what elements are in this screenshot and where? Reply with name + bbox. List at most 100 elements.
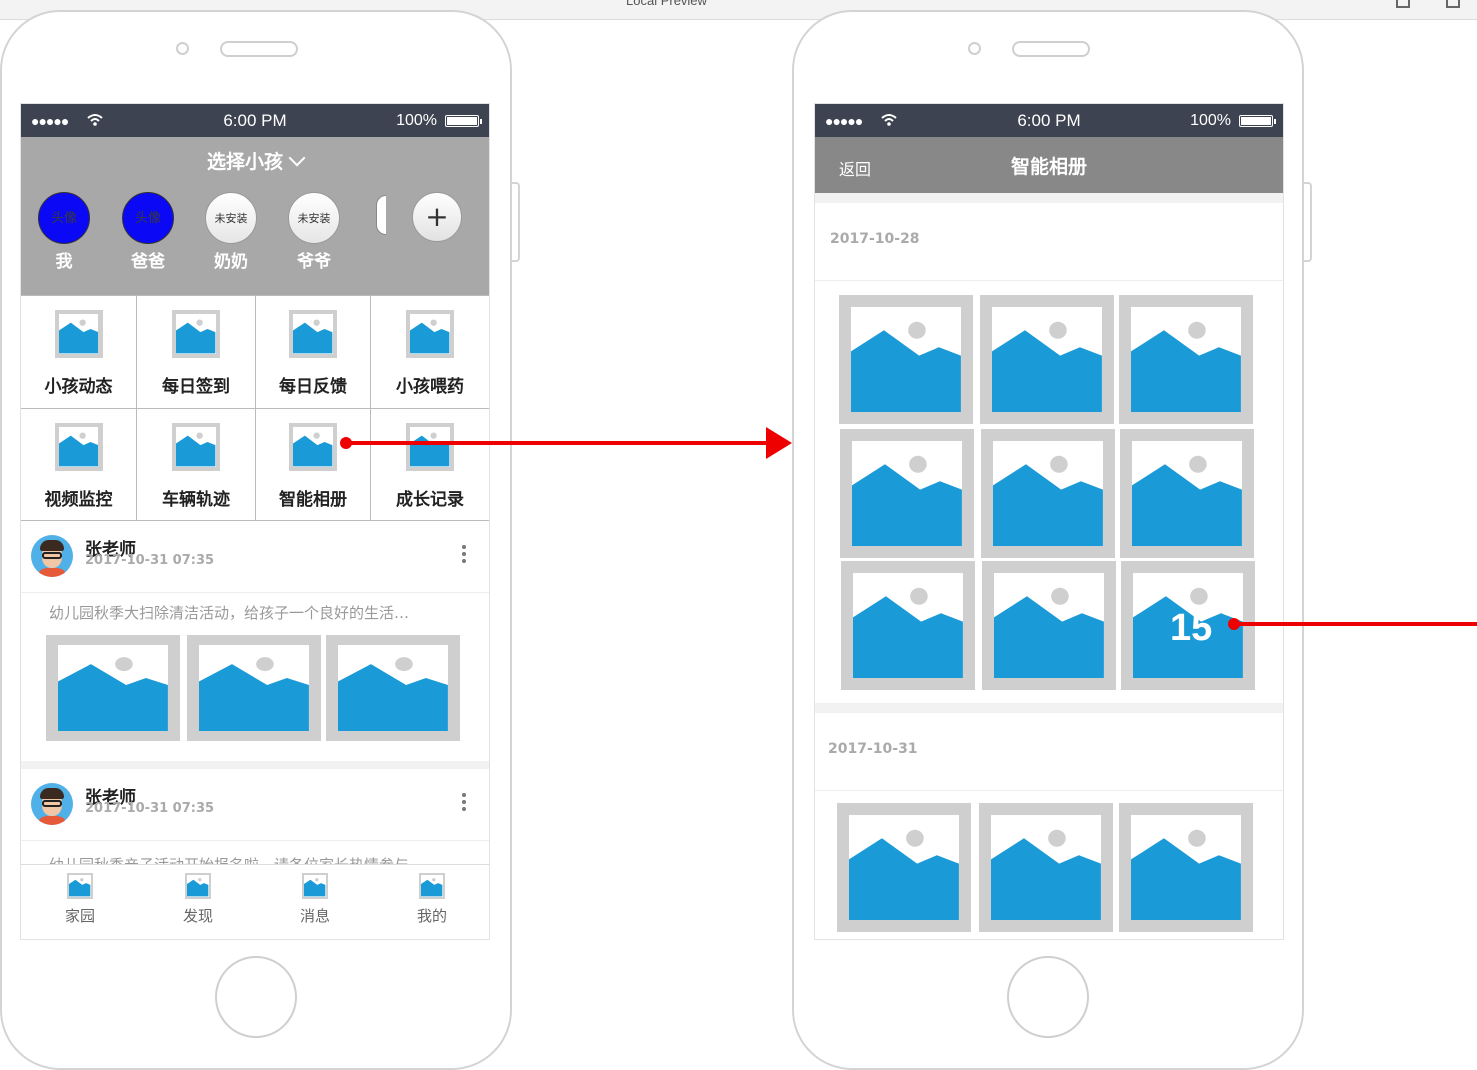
image-placeholder-icon	[406, 423, 454, 471]
feature-medication[interactable]: 小孩喂药	[371, 296, 489, 409]
kid-item-grandma[interactable]: 未安装 奶奶	[204, 192, 258, 272]
image-placeholder-icon[interactable]	[839, 295, 973, 424]
image-placeholder-icon[interactable]	[981, 429, 1115, 558]
nav-bar: 返回 智能相册	[815, 137, 1283, 193]
home-button[interactable]	[215, 956, 297, 1038]
tab-messages[interactable]: 消息	[285, 873, 345, 926]
home-screen: ●●●●● 6:00 PM 100% 选择小孩 头像 我 头像 爸爸 未安装 奶…	[20, 103, 490, 940]
home-button[interactable]	[1007, 956, 1089, 1038]
kid-selector-title[interactable]: 选择小孩	[21, 147, 489, 174]
image-placeholder-icon[interactable]	[840, 429, 974, 558]
kid-item-grandpa[interactable]: 未安装 爷爷	[287, 192, 341, 272]
tab-label: 消息	[299, 907, 330, 925]
camera-icon	[968, 42, 981, 55]
feature-label: 成长记录	[396, 490, 464, 510]
image-placeholder-icon[interactable]	[837, 803, 971, 932]
image-placeholder-icon[interactable]	[46, 635, 180, 741]
image-placeholder-icon[interactable]	[841, 561, 975, 690]
divider	[21, 761, 489, 769]
phone-frame-album: ●●●●● 6:00 PM 100% 返回 智能相册 2017-10-28 15…	[792, 10, 1312, 1070]
image-placeholder-icon[interactable]	[979, 803, 1113, 932]
save-icon[interactable]	[1396, 0, 1410, 8]
feature-vehicle-track[interactable]: 车辆轨迹	[137, 409, 256, 521]
image-placeholder-icon[interactable]	[982, 561, 1116, 690]
image-placeholder-icon	[289, 310, 337, 358]
image-placeholder-icon	[172, 423, 220, 471]
side-button	[1303, 182, 1312, 262]
tab-mine[interactable]: 我的	[402, 873, 462, 926]
kid-item-partial[interactable]	[376, 195, 386, 235]
tab-discover[interactable]: 发现	[168, 873, 228, 926]
feature-growth-record[interactable]: 成长记录	[371, 409, 489, 521]
post-card[interactable]: 张老师 2017-10-31 07:35 幼儿园秋季大扫除清洁活动，给孩子一个良…	[21, 521, 489, 761]
tab-label: 我的	[416, 907, 447, 925]
image-placeholder-icon[interactable]	[1120, 429, 1254, 558]
more-photos-count[interactable]: 15	[1170, 607, 1212, 650]
kid-item-me[interactable]: 头像 我	[37, 192, 91, 272]
kid-selector-label: 选择小孩	[206, 151, 283, 173]
arrow-right-icon	[766, 427, 792, 459]
kid-name: 我	[55, 252, 73, 272]
feature-label: 智能相册	[279, 490, 347, 510]
feature-label: 小孩动态	[44, 377, 113, 397]
kid-name: 爷爷	[297, 252, 331, 272]
more-options-icon[interactable]	[462, 545, 467, 566]
battery-icon	[1239, 115, 1276, 127]
image-placeholder-icon	[67, 873, 93, 899]
album-date: 2017-10-28	[830, 231, 920, 247]
image-placeholder-icon	[54, 423, 103, 471]
more-options-icon[interactable]	[462, 793, 467, 814]
bottom-tab-bar: 家园 发现 消息 我的	[21, 864, 489, 939]
kid-selector-panel: 选择小孩 头像 我 头像 爸爸 未安装 奶奶 未安装 爷爷 +	[21, 137, 489, 295]
camera-icon	[176, 42, 189, 55]
avatar[interactable]	[31, 783, 73, 825]
post-header: 张老师 2017-10-31 07:35	[21, 769, 489, 841]
feature-smart-album[interactable]: 智能相册	[256, 409, 371, 521]
add-kid-button[interactable]: +	[412, 192, 462, 242]
page-title: 智能相册	[1010, 156, 1087, 178]
status-bar: ●●●●● 6:00 PM 100%	[21, 104, 489, 137]
kid-item-dad[interactable]: 头像 爸爸	[121, 192, 175, 272]
image-placeholder-icon[interactable]	[187, 635, 321, 741]
post-time: 2017-10-31 07:35	[85, 801, 215, 816]
post-time: 2017-10-31 07:35	[85, 553, 215, 568]
status-bar: ●●●●● 6:00 PM 100%	[815, 104, 1283, 137]
export-icon[interactable]	[1446, 0, 1460, 8]
speaker-icon	[220, 41, 298, 57]
image-placeholder-icon[interactable]	[1119, 295, 1253, 424]
image-placeholder-icon	[302, 873, 328, 899]
album-date-header: 2017-10-31	[815, 713, 1283, 791]
feature-daily-checkin[interactable]: 每日签到	[137, 296, 256, 409]
phone-frame-home: ●●●●● 6:00 PM 100% 选择小孩 头像 我 头像 爸爸 未安装 奶…	[0, 10, 520, 1070]
tab-home[interactable]: 家园	[50, 873, 110, 926]
tab-label: 家园	[64, 907, 95, 925]
avatar[interactable]	[31, 535, 73, 577]
divider	[815, 703, 1283, 713]
album-screen: ●●●●● 6:00 PM 100% 返回 智能相册 2017-10-28 15…	[814, 103, 1284, 940]
feature-label: 每日签到	[162, 377, 230, 397]
image-placeholder-icon	[419, 873, 445, 899]
feature-daily-feedback[interactable]: 每日反馈	[256, 296, 371, 409]
kid-avatar: 头像	[122, 192, 174, 244]
feature-label: 视频监控	[44, 490, 113, 510]
album-photo-grid	[815, 791, 1283, 939]
feature-video-monitor[interactable]: 视频监控	[21, 409, 137, 521]
post-text: 幼儿园秋季大扫除清洁活动，给孩子一个良好的生活…	[49, 604, 410, 622]
image-placeholder-icon[interactable]	[326, 635, 460, 741]
battery-percent: 100%	[396, 112, 437, 129]
chevron-down-icon	[288, 149, 306, 167]
kid-name: 奶奶	[214, 252, 248, 272]
feature-label: 每日反馈	[279, 377, 347, 397]
album-date: 2017-10-31	[828, 741, 918, 757]
window-title: Local Preview	[626, 0, 707, 8]
kid-avatar: 头像	[38, 192, 90, 244]
feature-kid-activity[interactable]: 小孩动态	[21, 296, 137, 409]
feature-label: 小孩喂药	[396, 377, 464, 397]
image-placeholder-icon[interactable]	[1119, 803, 1253, 932]
post-header: 张老师 2017-10-31 07:35	[21, 521, 489, 593]
image-placeholder-icon[interactable]	[980, 295, 1114, 424]
side-button	[511, 182, 520, 262]
speaker-icon	[1012, 41, 1090, 57]
kid-avatar: 未安装	[205, 192, 257, 244]
battery-percent: 100%	[1190, 112, 1231, 129]
